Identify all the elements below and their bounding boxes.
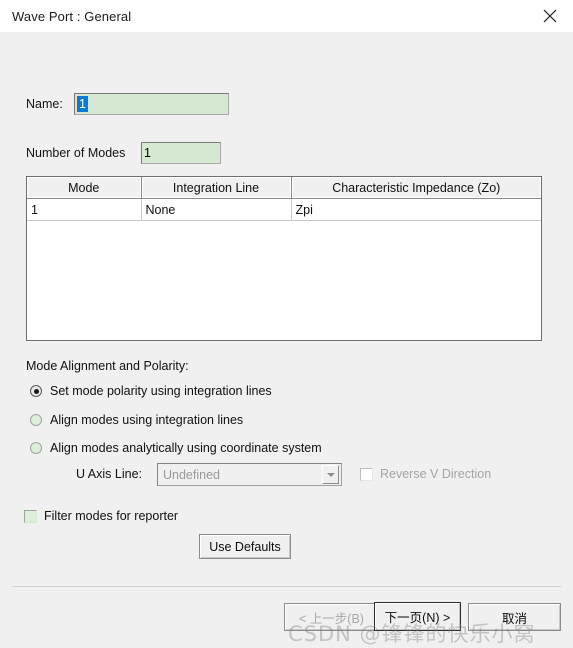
name-label: Name:	[26, 97, 63, 111]
table-header-row: Mode Integration Line Characteristic Imp…	[27, 177, 541, 199]
cell-integration-line[interactable]: None	[141, 198, 292, 221]
window-title: Wave Port : General	[12, 8, 132, 24]
table-empty-area	[27, 220, 541, 321]
filter-modes-label: Filter modes for reporter	[44, 509, 179, 523]
chevron-down-icon[interactable]	[322, 465, 339, 484]
column-header-integration-line[interactable]: Integration Line	[141, 177, 292, 199]
filter-modes-checkbox[interactable]: Filter modes for reporter	[24, 509, 189, 523]
name-row: Name: 1	[26, 93, 229, 115]
footer-separator	[12, 586, 561, 587]
reverse-v-direction-checkbox[interactable]: Reverse V Direction	[360, 467, 491, 481]
radio-label-set-mode-polarity: Set mode polarity using integration line…	[50, 384, 272, 398]
column-header-impedance[interactable]: Characteristic Impedance (Zo)	[291, 177, 541, 199]
reverse-v-direction-label: Reverse V Direction	[380, 467, 492, 481]
u-axis-line-label: U Axis Line:	[76, 467, 143, 481]
u-axis-line-dropdown[interactable]: Undefined	[157, 463, 342, 486]
number-of-modes-row: Number of Modes 1	[26, 142, 221, 164]
radio-align-modes-integration[interactable]: Align modes using integration lines	[30, 413, 243, 427]
column-header-mode[interactable]: Mode	[27, 177, 142, 199]
table-row[interactable]: 1 None Zpi	[27, 198, 541, 221]
mode-alignment-section-label: Mode Alignment and Polarity:	[26, 359, 189, 373]
number-of-modes-input[interactable]: 1	[141, 142, 221, 164]
cell-impedance[interactable]: Zpi	[291, 198, 541, 221]
radio-icon-selected	[30, 385, 42, 397]
radio-icon-unselected	[30, 442, 42, 454]
checkbox-icon-unchecked	[24, 509, 37, 523]
number-of-modes-value: 1	[144, 146, 151, 160]
title-bar: Wave Port : General	[0, 0, 573, 32]
close-button[interactable]	[527, 0, 573, 32]
dialog-body: Name: 1 Number of Modes 1 Mode Integrati…	[0, 32, 573, 646]
back-button[interactable]: < 上一步(B)	[284, 603, 379, 631]
checkbox-icon-unchecked	[360, 467, 373, 481]
next-button[interactable]: 下一页(N) >	[374, 602, 461, 631]
name-input[interactable]: 1	[74, 93, 229, 115]
radio-align-modes-analytically[interactable]: Align modes analytically using coordinat…	[30, 441, 322, 455]
radio-label-align-modes-integration: Align modes using integration lines	[50, 413, 244, 427]
modes-table[interactable]: Mode Integration Line Characteristic Imp…	[26, 176, 542, 341]
radio-set-mode-polarity[interactable]: Set mode polarity using integration line…	[30, 384, 272, 398]
u-axis-line-value: Undefined	[163, 467, 220, 482]
radio-label-align-modes-analytically: Align modes analytically using coordinat…	[50, 441, 322, 455]
radio-icon-unselected	[30, 414, 42, 426]
close-icon	[543, 9, 557, 23]
number-of-modes-label: Number of Modes	[26, 146, 126, 160]
cell-mode[interactable]: 1	[27, 198, 142, 221]
cancel-button[interactable]: 取消	[468, 603, 561, 631]
use-defaults-button[interactable]: Use Defaults	[199, 534, 291, 559]
name-input-value: 1	[77, 96, 88, 112]
